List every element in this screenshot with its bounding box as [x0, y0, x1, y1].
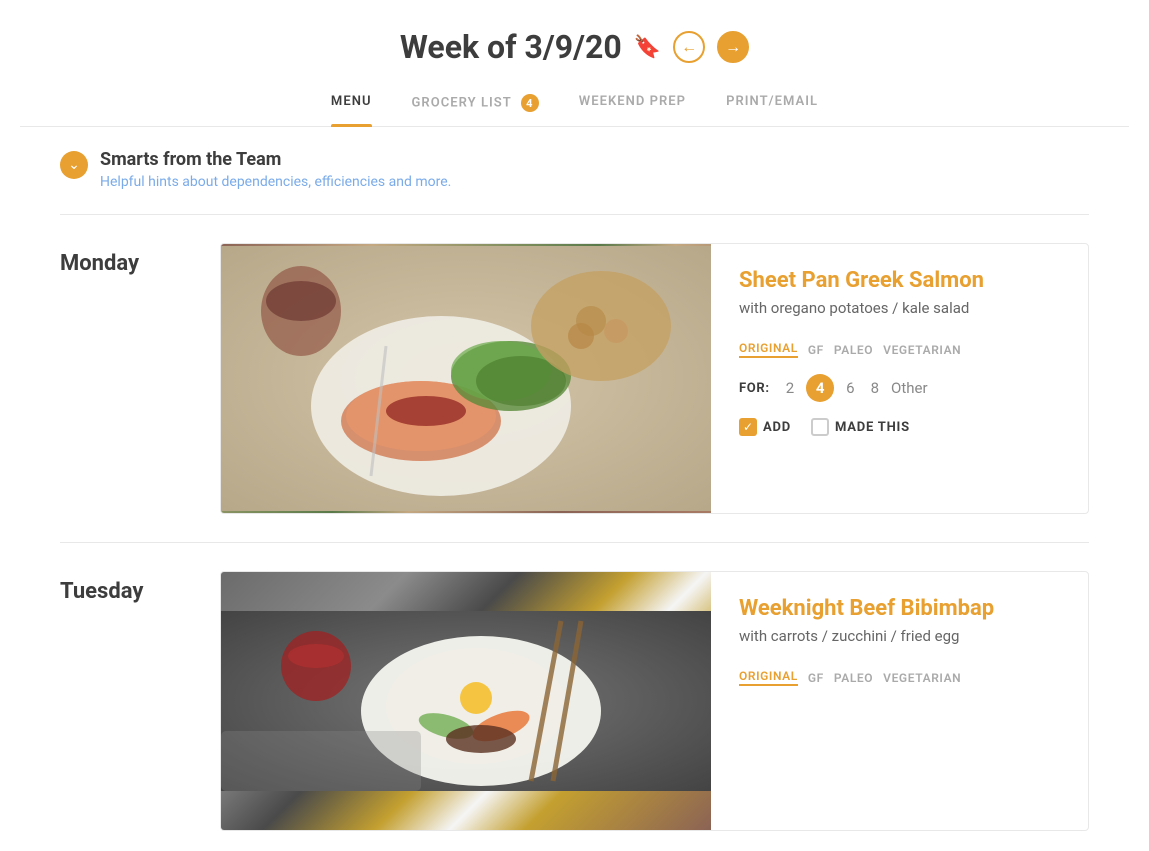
chevron-down-icon: ⌄ [68, 157, 80, 173]
next-week-button[interactable]: → [717, 31, 749, 63]
divider-2 [60, 542, 1089, 543]
tuesday-meal-image [221, 572, 711, 830]
salmon-svg [221, 244, 711, 513]
tag-paleo[interactable]: PALEO [834, 343, 873, 357]
header: Week of 3/9/20 🔖 ← → MENU GROCERY LIST 4… [0, 0, 1149, 127]
grocery-badge: 4 [521, 94, 539, 112]
tab-weekend-label: WEEKEND PREP [579, 94, 686, 109]
made-this-label: MADE THIS [835, 420, 910, 435]
smarts-subtitle: Helpful hints about dependencies, effici… [100, 174, 1089, 190]
tuesday-tag-paleo[interactable]: PALEO [834, 671, 873, 685]
tuesday-meal-card: Weeknight Beef Bibimbap with carrots / z… [220, 571, 1089, 831]
serving-other[interactable]: Other [891, 379, 928, 397]
tuesday-tag-vegetarian[interactable]: VEGETARIAN [883, 671, 961, 685]
tab-weekend-prep[interactable]: WEEKEND PREP [579, 84, 686, 126]
monday-actions-row: ✓ ADD MADE THIS [739, 418, 1060, 436]
bibimbap-svg [221, 572, 711, 830]
tuesday-tags: ORIGINAL GF PALEO VEGETARIAN [739, 669, 1060, 686]
made-this-checkbox[interactable] [811, 418, 829, 436]
monday-meal-image [221, 244, 711, 513]
tab-print-label: PRINT/EMAIL [726, 94, 818, 109]
tuesday-label: Tuesday [60, 571, 190, 831]
smarts-title: Smarts from the Team [100, 149, 1089, 170]
tuesday-section: Tuesday [60, 551, 1089, 851]
add-wrapper: ✓ ADD [739, 418, 791, 436]
tuesday-meal-description: with carrots / zucchini / fried egg [739, 627, 1060, 645]
serving-2[interactable]: 2 [782, 377, 798, 399]
tabs-nav: MENU GROCERY LIST 4 WEEKEND PREP PRINT/E… [20, 84, 1129, 127]
divider-1 [60, 214, 1089, 215]
prev-week-button[interactable]: ← [673, 31, 705, 63]
tag-vegetarian[interactable]: VEGETARIAN [883, 343, 961, 357]
add-label: ADD [763, 420, 791, 435]
tab-menu[interactable]: MENU [331, 84, 372, 126]
tab-grocery-label: GROCERY LIST [412, 96, 512, 111]
made-this-wrapper: MADE THIS [811, 418, 910, 436]
tuesday-meal-name: Weeknight Beef Bibimbap [739, 596, 1060, 621]
monday-tags: ORIGINAL GF PALEO VEGETARIAN [739, 341, 1060, 358]
tag-original[interactable]: ORIGINAL [739, 341, 798, 358]
tag-gf[interactable]: GF [808, 343, 824, 357]
smarts-text: Smarts from the Team Helpful hints about… [100, 149, 1089, 190]
serving-8[interactable]: 8 [867, 377, 883, 399]
monday-section: Monday [60, 223, 1089, 534]
serving-4[interactable]: 4 [806, 374, 834, 402]
smarts-section: ⌄ Smarts from the Team Helpful hints abo… [60, 127, 1089, 206]
page-title: Week of 3/9/20 [400, 28, 622, 66]
main-content: ⌄ Smarts from the Team Helpful hints abo… [0, 127, 1149, 851]
monday-servings-row: FOR: 2 4 6 8 Other [739, 374, 1060, 402]
tab-menu-label: MENU [331, 94, 372, 109]
tuesday-meal-details: Weeknight Beef Bibimbap with carrots / z… [711, 572, 1088, 830]
next-arrow-icon: → [725, 37, 741, 57]
monday-label: Monday [60, 243, 190, 514]
monday-meal-card: Sheet Pan Greek Salmon with oregano pota… [220, 243, 1089, 514]
tuesday-tag-gf[interactable]: GF [808, 671, 824, 685]
tab-grocery-list[interactable]: GROCERY LIST 4 [412, 84, 539, 126]
servings-label: FOR: [739, 381, 770, 396]
tuesday-tag-original[interactable]: ORIGINAL [739, 669, 798, 686]
bookmark-icon[interactable]: 🔖 [634, 35, 661, 60]
add-checkbox[interactable]: ✓ [739, 418, 757, 436]
serving-6[interactable]: 6 [842, 377, 858, 399]
bibimbap-image [221, 572, 711, 830]
monday-meal-details: Sheet Pan Greek Salmon with oregano pota… [711, 244, 1088, 513]
salmon-image [221, 244, 711, 513]
monday-meal-name: Sheet Pan Greek Salmon [739, 268, 1060, 293]
monday-meal-description: with oregano potatoes / kale salad [739, 299, 1060, 317]
prev-arrow-icon: ← [681, 37, 697, 57]
smarts-icon[interactable]: ⌄ [60, 151, 88, 179]
tab-print-email[interactable]: PRINT/EMAIL [726, 84, 818, 126]
title-row: Week of 3/9/20 🔖 ← → [20, 28, 1129, 66]
